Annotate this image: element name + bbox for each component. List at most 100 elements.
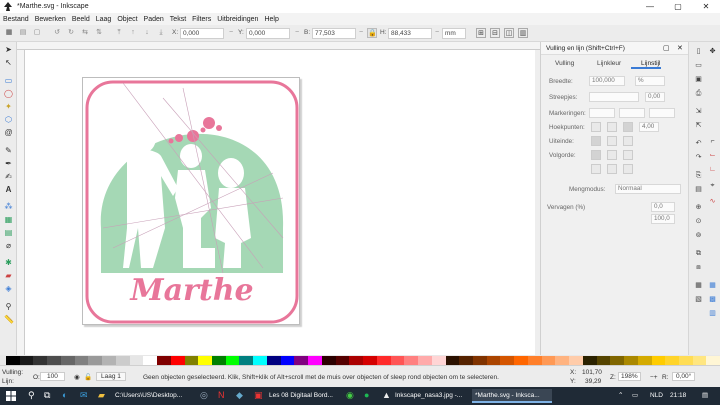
vertical-ruler[interactable] bbox=[17, 50, 25, 355]
search-icon[interactable]: ⚲ bbox=[28, 390, 35, 401]
print-icon[interactable]: ⎙ bbox=[694, 90, 703, 98]
deselect-icon[interactable]: ▢ bbox=[32, 28, 42, 38]
paste-icon[interactable]: ▤ bbox=[694, 186, 703, 194]
dropper-tool-icon[interactable]: ⌀ bbox=[4, 241, 13, 250]
swatch[interactable] bbox=[157, 356, 171, 365]
duplicate-icon[interactable]: ⧉ bbox=[694, 250, 703, 258]
raise-icon[interactable]: ↑ bbox=[128, 28, 138, 38]
join-miter-icon[interactable] bbox=[591, 122, 601, 132]
rotate-ccw-icon[interactable]: ↺ bbox=[52, 28, 62, 38]
swatch[interactable] bbox=[74, 356, 89, 365]
order-markers-stroke-icon[interactable] bbox=[623, 164, 633, 174]
swatch[interactable] bbox=[706, 356, 720, 365]
close-button[interactable]: ✕ bbox=[692, 0, 720, 13]
tab-lijnstijl[interactable]: Lijnstijl bbox=[631, 58, 661, 69]
rectangle-tool-icon[interactable]: ▭ bbox=[4, 76, 13, 85]
whatsapp-icon[interactable]: ◉ bbox=[346, 390, 354, 401]
steam-icon[interactable]: ◎ bbox=[200, 390, 208, 401]
order-stroke-fill-icon[interactable] bbox=[607, 150, 617, 160]
taskbar-item-nasa[interactable]: Inkscape_nasa3.jpg -... bbox=[392, 389, 468, 403]
swatch[interactable] bbox=[198, 356, 213, 365]
swatch[interactable] bbox=[514, 356, 528, 365]
move-gradients-icon[interactable]: ◫ bbox=[504, 28, 514, 38]
swatch[interactable] bbox=[308, 356, 322, 365]
spiral-tool-icon[interactable]: @ bbox=[4, 128, 13, 137]
menu-help[interactable]: Help bbox=[264, 16, 278, 23]
tweak-tool-icon[interactable]: ✱ bbox=[4, 258, 13, 267]
network-icon[interactable]: ▭ bbox=[632, 387, 638, 405]
taskbar-item-les08[interactable]: Les 08 Digitaal Bord... bbox=[266, 389, 342, 403]
join-round-icon[interactable] bbox=[607, 122, 617, 132]
height-decrement-icon[interactable]: − bbox=[432, 28, 442, 38]
menu-bewerken[interactable]: Bewerken bbox=[35, 16, 66, 23]
menu-uitbreidingen[interactable]: Uitbreidingen bbox=[217, 16, 258, 23]
swatch[interactable] bbox=[6, 356, 20, 365]
zoom-page-icon[interactable]: ⊚ bbox=[694, 232, 703, 240]
flip-horizontal-icon[interactable]: ⇆ bbox=[80, 28, 90, 38]
snap-bbox-edge-icon[interactable]: ⌙ bbox=[708, 152, 717, 160]
end-marker-select[interactable] bbox=[649, 108, 675, 118]
dash-pattern-select[interactable] bbox=[589, 92, 639, 102]
paint-bucket-icon[interactable]: ◈ bbox=[4, 284, 13, 293]
swatch[interactable] bbox=[363, 356, 377, 365]
swatch[interactable] bbox=[184, 356, 199, 365]
swatch[interactable] bbox=[500, 356, 515, 365]
windows-start-icon[interactable] bbox=[6, 391, 16, 401]
opacity-field[interactable]: 100,0 bbox=[651, 214, 675, 224]
swatch[interactable] bbox=[143, 356, 158, 365]
app-icon[interactable]: ◆ bbox=[236, 390, 243, 401]
import-icon[interactable]: ⇲ bbox=[694, 108, 703, 116]
blend-mode-select[interactable]: Normaal bbox=[615, 184, 681, 194]
lock-ratio-icon[interactable]: 🔒 bbox=[367, 28, 377, 38]
swatch[interactable] bbox=[431, 356, 446, 365]
swatch[interactable] bbox=[266, 356, 281, 365]
dialog-menu-icon[interactable]: ▢ bbox=[663, 44, 670, 52]
swatch[interactable] bbox=[349, 356, 364, 365]
new-doc-icon[interactable]: ▯ bbox=[694, 48, 703, 56]
selector-tool-icon[interactable]: ➤ bbox=[4, 45, 13, 54]
copy-icon[interactable]: ⎘ bbox=[694, 172, 703, 180]
swatch[interactable] bbox=[47, 356, 61, 365]
swatch[interactable] bbox=[253, 356, 267, 365]
drawing-canvas[interactable]: Marthe bbox=[25, 50, 535, 355]
x-field[interactable]: 0,000 bbox=[180, 28, 224, 39]
swatch[interactable] bbox=[60, 356, 75, 365]
swatch[interactable] bbox=[294, 356, 309, 365]
3d-box-tool-icon[interactable]: ⬡ bbox=[4, 115, 13, 124]
snap-page-icon[interactable]: ▦ bbox=[708, 282, 717, 290]
stroke-width-field[interactable]: 100,000 bbox=[589, 76, 625, 86]
y-decrement-icon[interactable]: − bbox=[292, 28, 302, 38]
spotify-icon[interactable]: ● bbox=[364, 390, 369, 400]
width-decrement-icon[interactable]: − bbox=[356, 28, 366, 38]
tab-lijnkleur[interactable]: Lijnkleur bbox=[587, 58, 621, 69]
zoom-tool-icon[interactable]: ⚲ bbox=[4, 302, 13, 311]
undo-icon[interactable]: ↶ bbox=[694, 140, 703, 148]
edge-icon[interactable]: ◐ bbox=[62, 390, 67, 400]
menu-filters[interactable]: Filters bbox=[192, 16, 211, 23]
unit-select[interactable]: mm bbox=[442, 28, 466, 39]
dash-offset-field[interactable]: 0,00 bbox=[645, 92, 665, 102]
snap-toggle-icon[interactable]: ✥ bbox=[708, 48, 717, 56]
swatch[interactable] bbox=[335, 356, 350, 365]
lower-icon[interactable]: ↓ bbox=[142, 28, 152, 38]
swatch[interactable] bbox=[404, 356, 419, 365]
opacity-field[interactable]: 100 bbox=[40, 372, 65, 381]
swatch[interactable] bbox=[678, 356, 693, 365]
flip-vertical-icon[interactable]: ⇅ bbox=[94, 28, 104, 38]
minimize-button[interactable]: — bbox=[636, 0, 664, 13]
snap-bbox-icon[interactable]: ⌐ bbox=[708, 138, 717, 146]
save-icon[interactable]: ▣ bbox=[694, 76, 703, 84]
order-fill-markers-icon[interactable] bbox=[623, 150, 633, 160]
height-field[interactable]: 88,433 bbox=[388, 28, 432, 39]
menu-beeld[interactable]: Beeld bbox=[72, 16, 90, 23]
zoom-field[interactable]: 198% bbox=[618, 372, 641, 381]
language-indicator[interactable]: NLD bbox=[650, 387, 663, 405]
swatch[interactable] bbox=[170, 356, 185, 365]
export-icon[interactable]: ⇱ bbox=[694, 122, 703, 130]
swatch[interactable] bbox=[19, 356, 34, 365]
swatch[interactable] bbox=[239, 356, 254, 365]
swatch[interactable] bbox=[569, 356, 583, 365]
swatch[interactable] bbox=[582, 356, 597, 365]
swatch[interactable] bbox=[624, 356, 638, 365]
pen-tool-icon[interactable]: ✒ bbox=[4, 159, 13, 168]
